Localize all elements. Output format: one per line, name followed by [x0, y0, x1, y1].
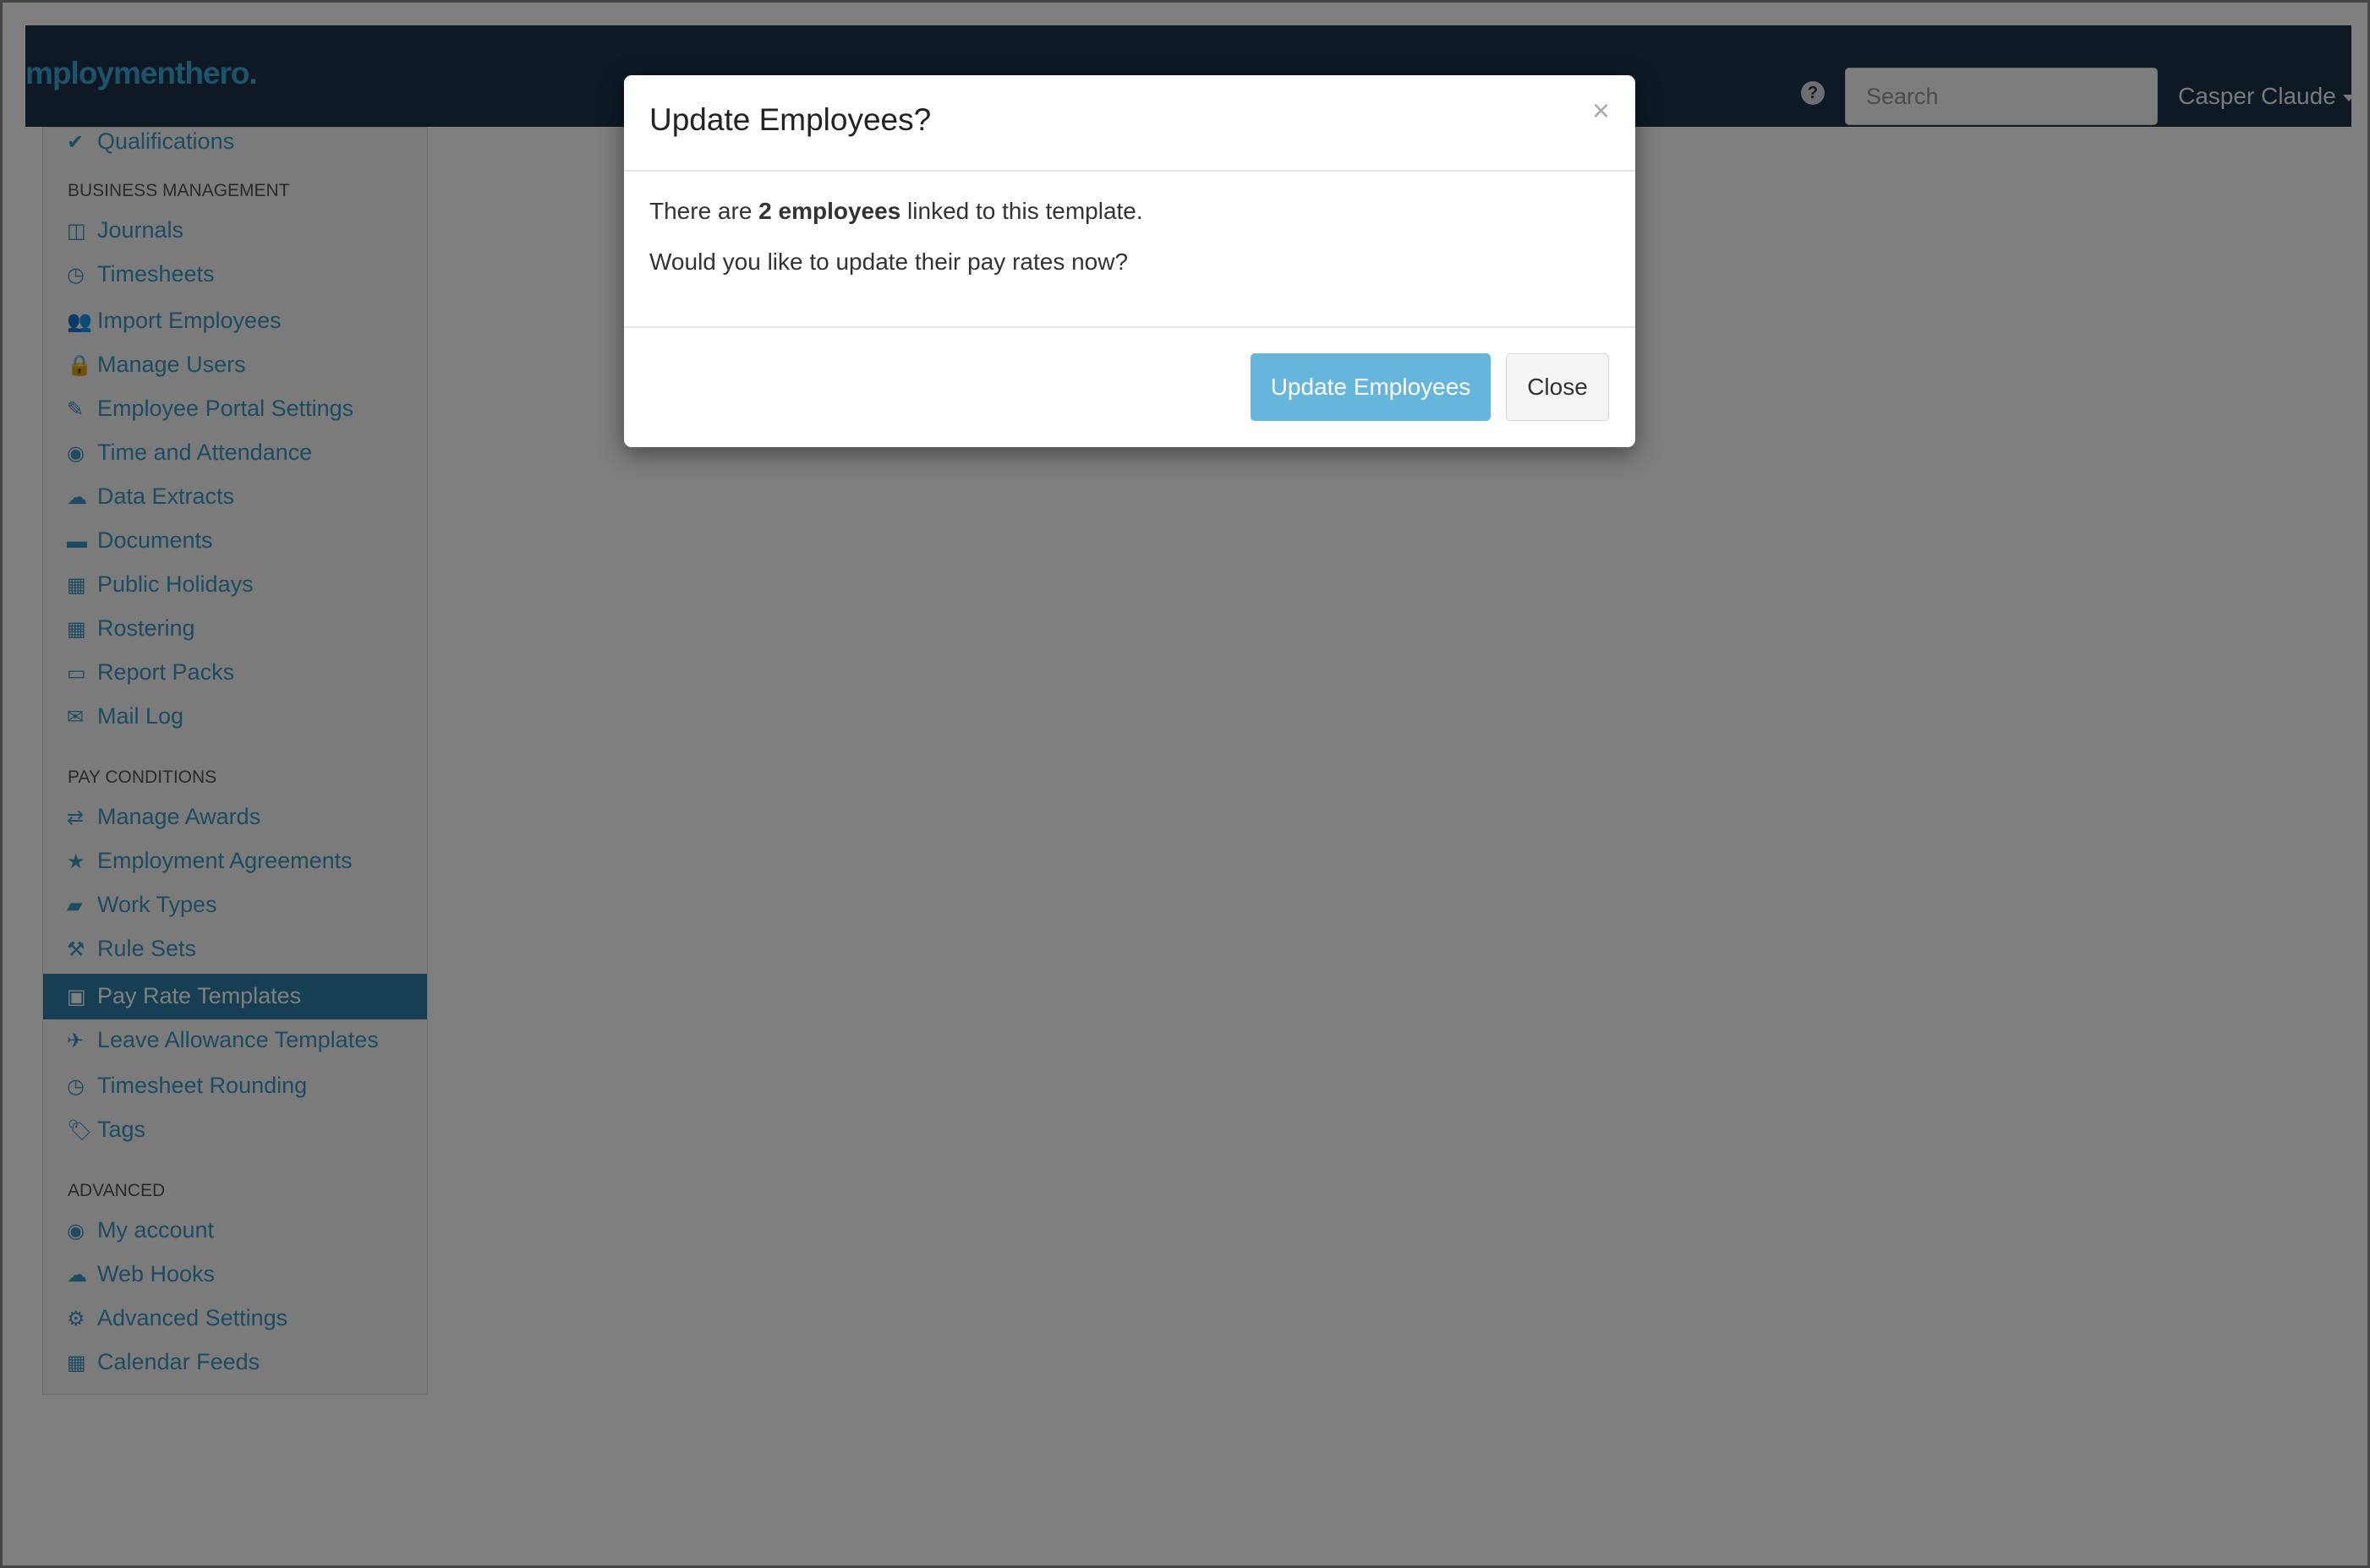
close-icon[interactable]: ×: [1592, 96, 1610, 126]
modal-title: Update Employees?: [649, 102, 932, 137]
update-employees-dialog: Update Employees? × There are 2 employee…: [624, 75, 1635, 447]
modal-header: Update Employees? ×: [624, 75, 1635, 172]
message-prefix: There are: [649, 198, 759, 224]
employee-count: 2 employees: [758, 198, 901, 224]
employee-count-message: There are 2 employees linked to this tem…: [649, 198, 1143, 225]
close-button[interactable]: Close: [1506, 353, 1609, 421]
modal-body: There are 2 employees linked to this tem…: [649, 198, 1143, 276]
update-question: Would you like to update their pay rates…: [649, 249, 1129, 275]
update-employees-button[interactable]: Update Employees: [1251, 353, 1491, 421]
message-suffix: linked to this template.: [900, 198, 1143, 224]
modal-footer: Update Employees Close: [624, 326, 1635, 447]
